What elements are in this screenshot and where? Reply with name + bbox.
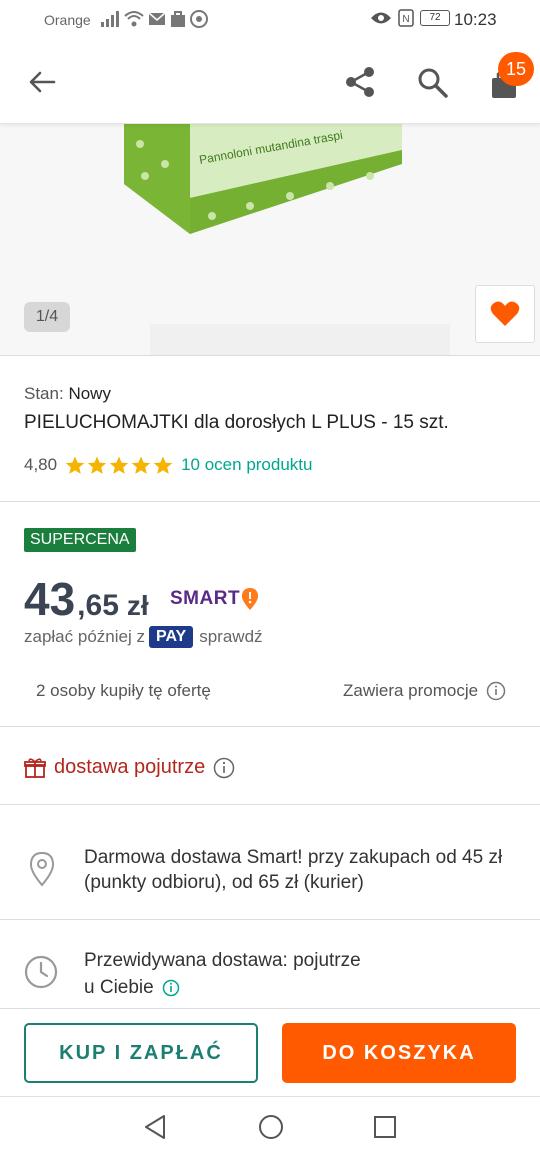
- product-condition: Stan: Nowy: [24, 384, 524, 404]
- pay-later-row[interactable]: zapłać później z PAY sprawdź: [24, 626, 263, 648]
- app-notification-icon: [190, 10, 208, 28]
- delivery-eta-line2: u Ciebie: [84, 977, 154, 998]
- divider: [0, 919, 540, 920]
- product-title: PIELUCHOMAJTKI dla dorosłych L PLUS - 15…: [24, 412, 449, 433]
- condition-label: Stan:: [24, 384, 64, 403]
- wifi-icon: [124, 11, 144, 27]
- buy-now-button[interactable]: KUP I ZAPŁAĆ: [24, 1023, 258, 1083]
- rating-row[interactable]: 4,80 10 ocen produktu: [24, 455, 312, 475]
- share-icon[interactable]: [342, 64, 378, 100]
- bag-icon: [171, 11, 185, 27]
- cart-count-badge[interactable]: 15: [498, 52, 534, 86]
- back-arrow-icon[interactable]: [26, 66, 58, 98]
- condition-value: Nowy: [68, 384, 111, 403]
- product-image: Pannoloni mutandina traspi: [0, 124, 540, 355]
- nfc-icon: N: [398, 9, 414, 27]
- star-icon: [109, 456, 129, 474]
- divider: [0, 804, 540, 805]
- pay-later-check-link[interactable]: sprawdź: [199, 627, 262, 647]
- app-bar: [0, 42, 540, 124]
- rating-stars: [65, 456, 173, 475]
- price-fraction: ,65: [77, 589, 119, 622]
- battery-level: 72: [429, 12, 441, 23]
- clock-icon: [24, 955, 58, 989]
- carrier-name: Orange: [44, 12, 91, 28]
- system-navigation-bar: [0, 1096, 540, 1156]
- star-icon: [87, 456, 107, 474]
- product-image-gallery[interactable]: Pannoloni mutandina traspi: [0, 124, 540, 356]
- supercena-badge: SUPERCENA: [24, 528, 136, 552]
- nav-home-icon[interactable]: [257, 1113, 285, 1141]
- pay-later-prefix: zapłać później z: [24, 627, 145, 646]
- pay-logo: PAY: [148, 626, 194, 648]
- nav-back-icon[interactable]: [142, 1113, 168, 1141]
- signal-icon: [101, 11, 119, 27]
- delivery-eta-text: Przewidywana dostawa: pojutrze u Ciebie: [84, 947, 524, 1001]
- star-icon: [131, 456, 151, 474]
- smart-logo: SMART: [170, 588, 241, 609]
- delivery-headline: dostawa pojutrze: [54, 756, 206, 778]
- divider: [0, 501, 540, 502]
- delivery-eta-line2-wrap: u Ciebie: [84, 974, 524, 1001]
- eye-icon: [371, 12, 391, 24]
- delivery-headline-row[interactable]: dostawa pojutrze: [24, 756, 235, 779]
- divider: [0, 726, 540, 727]
- price-currency: zł: [126, 590, 149, 621]
- status-bar: Orange N 72 10:23: [0, 0, 540, 42]
- favorite-button[interactable]: [475, 285, 535, 343]
- bottom-action-bar: KUP I ZAPŁAĆ DO KOSZYKA: [0, 1008, 540, 1096]
- heart-icon: [490, 301, 520, 326]
- clock: 10:23: [454, 10, 497, 29]
- status-icons-left: [100, 10, 208, 28]
- delivery-eta-line1: Przewidywana dostawa: pojutrze: [84, 950, 361, 971]
- location-pin-icon: [29, 851, 55, 887]
- buyers-count: 2 osoby kupiły tę ofertę: [36, 681, 211, 700]
- promotions-link[interactable]: Zawiera promocje: [343, 681, 506, 701]
- battery-indicator: 72: [420, 10, 450, 26]
- info-icon[interactable]: [486, 681, 506, 701]
- smart-pin-icon: [241, 588, 259, 610]
- ratings-link[interactable]: 10 ocen produktu: [181, 455, 312, 475]
- gallery-page-counter: 1/4: [24, 302, 70, 332]
- add-to-cart-button[interactable]: DO KOSZYKA: [282, 1023, 516, 1083]
- promotions-label: Zawiera promocje: [343, 681, 479, 700]
- price-integer: 43: [24, 573, 76, 625]
- svg-text:N: N: [402, 14, 409, 25]
- product-info: Stan: Nowy PIELUCHOMAJTKI dla dorosłych …: [24, 384, 524, 434]
- star-icon: [153, 456, 173, 474]
- star-icon: [65, 456, 85, 474]
- gift-icon: [24, 757, 46, 778]
- free-shipping-text: Darmowa dostawa Smart! przy zakupach od …: [84, 847, 503, 893]
- nav-recents-icon[interactable]: [372, 1113, 398, 1141]
- status-icons-right: N 72: [370, 9, 450, 27]
- mail-icon: [148, 12, 166, 25]
- info-icon[interactable]: [213, 757, 235, 779]
- price: 43 ,65 zł: [24, 572, 149, 626]
- rating-value: 4,80: [24, 455, 58, 474]
- info-icon[interactable]: [162, 979, 180, 997]
- search-icon[interactable]: [414, 64, 450, 100]
